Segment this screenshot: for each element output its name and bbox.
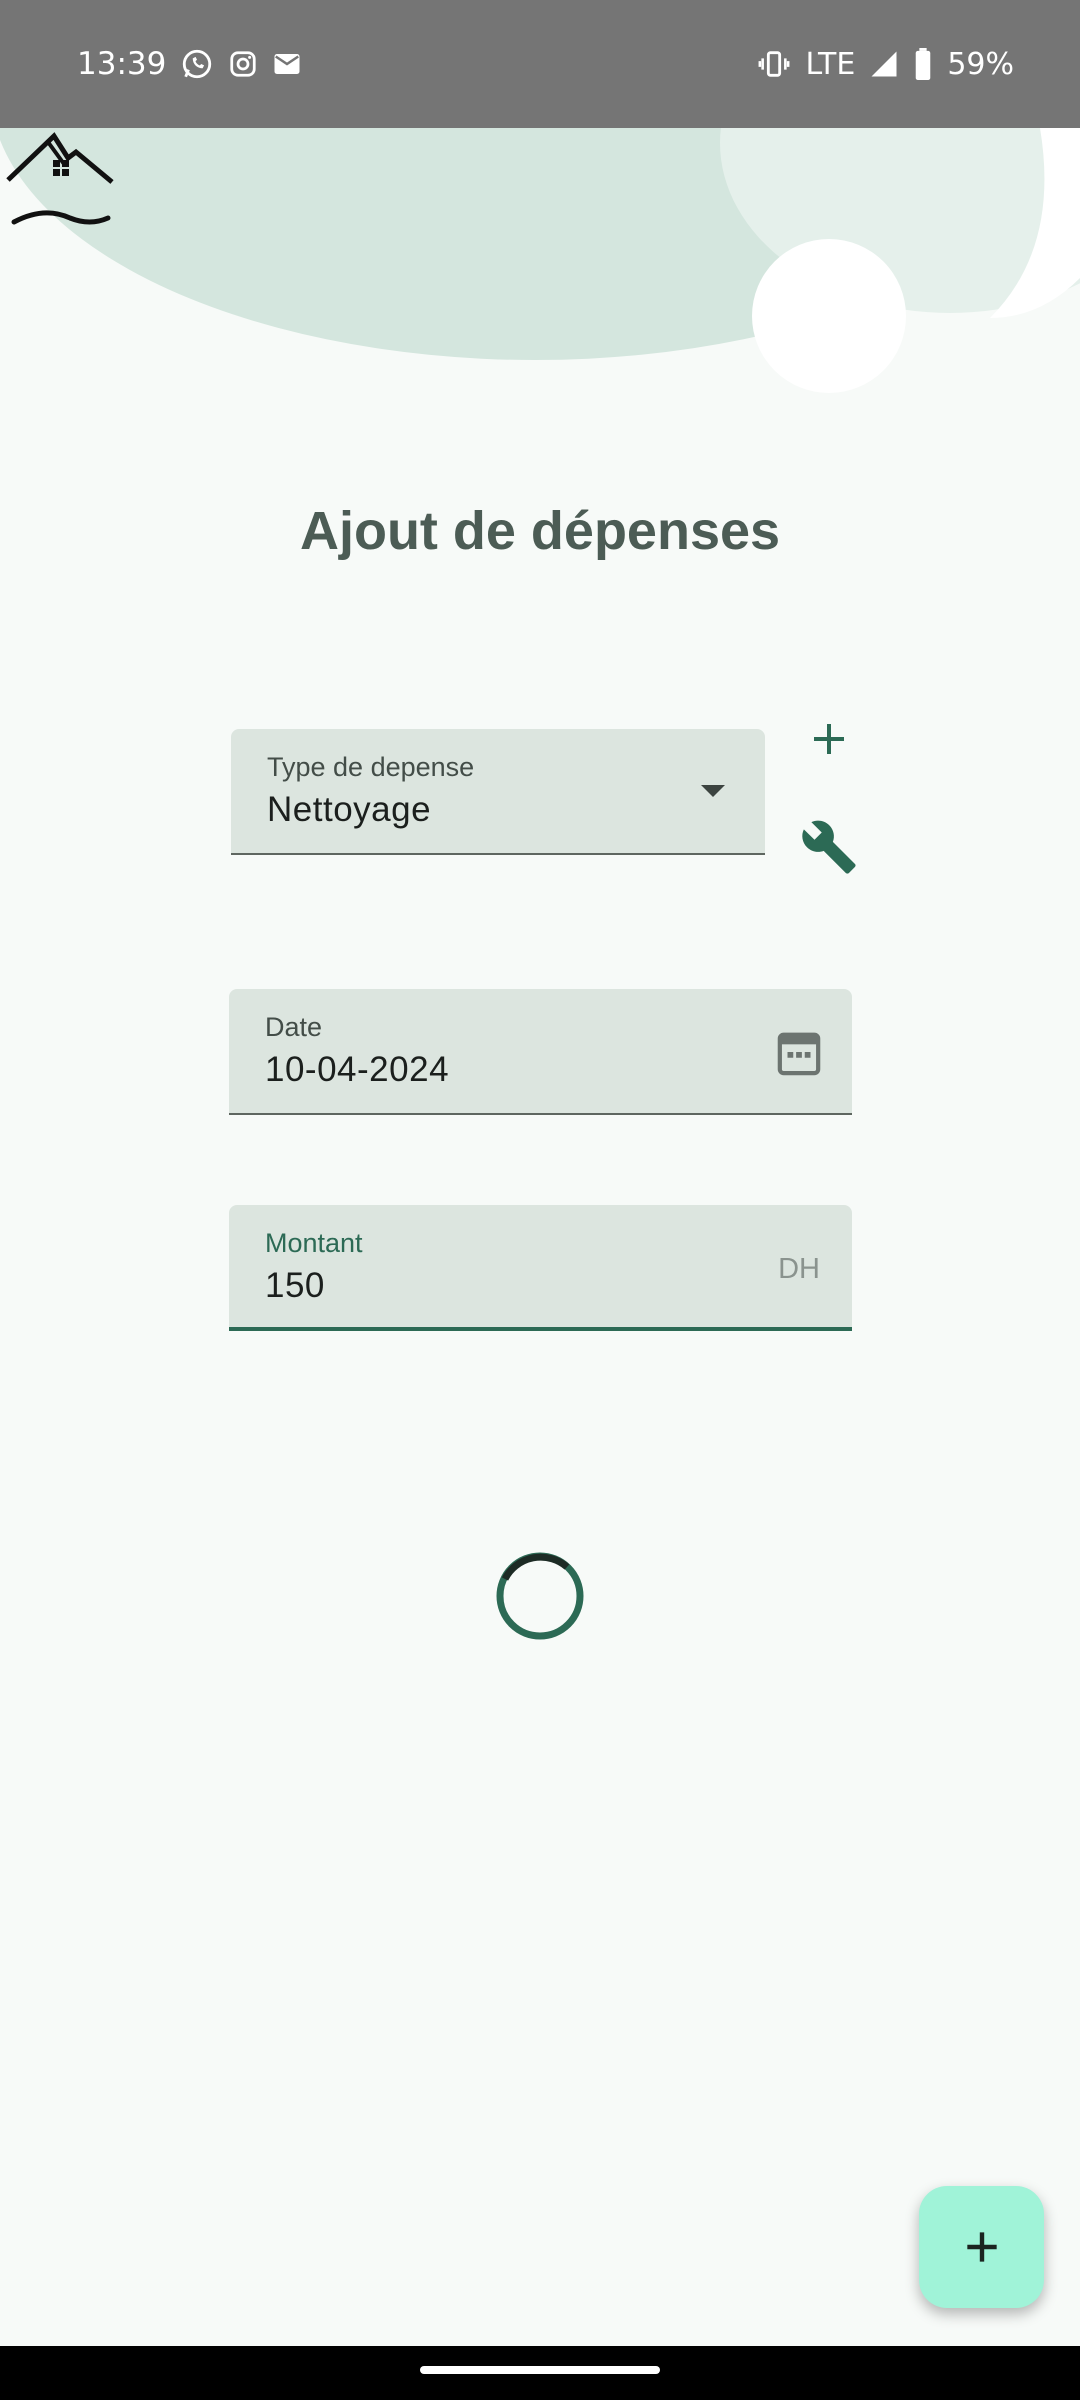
date-field[interactable]: Date 10-04-2024 — [229, 989, 852, 1115]
status-right: LTE 59% — [757, 0, 1014, 128]
field-underline — [231, 853, 765, 855]
home-indicator[interactable] — [420, 2366, 660, 2374]
expense-type-dropdown[interactable]: Type de depense Nettoyage — [231, 729, 765, 855]
instagram-icon — [228, 49, 258, 79]
header-decoration — [0, 128, 1080, 428]
add-fab-button[interactable] — [919, 2186, 1044, 2308]
battery-level: 59% — [947, 46, 1014, 82]
add-expense-type-button[interactable] — [802, 712, 856, 766]
expense-type-label: Type de depense — [267, 752, 475, 782]
manage-expense-types-button[interactable] — [797, 815, 861, 879]
network-type: LTE — [805, 46, 856, 82]
app-logo — [4, 130, 114, 240]
wrench-icon — [802, 820, 856, 874]
navigation-bar — [0, 2346, 1080, 2400]
expense-type-value: Nettoyage — [267, 790, 432, 829]
status-bar: 13:39 LTE 59% — [0, 0, 1080, 128]
whatsapp-icon — [180, 47, 214, 81]
date-label: Date — [265, 1012, 323, 1042]
plus-icon — [966, 2232, 997, 2262]
mail-icon — [272, 49, 302, 79]
battery-icon — [913, 48, 933, 80]
calendar-icon[interactable] — [776, 1027, 822, 1082]
currency-suffix: DH — [778, 1253, 820, 1285]
status-left: 13:39 — [77, 0, 302, 128]
vibrate-icon — [757, 47, 791, 81]
field-underline — [229, 1327, 852, 1331]
dropdown-arrow-icon — [701, 785, 725, 797]
amount-label: Montant — [265, 1228, 363, 1258]
status-time: 13:39 — [77, 46, 167, 82]
signal-icon — [869, 49, 899, 79]
amount-field[interactable]: Montant 150 DH — [229, 1205, 852, 1331]
amount-value: 150 — [265, 1266, 325, 1305]
date-value: 10-04-2024 — [265, 1050, 450, 1089]
plus-icon — [814, 724, 844, 754]
page-title: Ajout de dépenses — [299, 501, 781, 561]
field-underline — [229, 1113, 852, 1115]
loading-spinner — [495, 1551, 585, 1641]
